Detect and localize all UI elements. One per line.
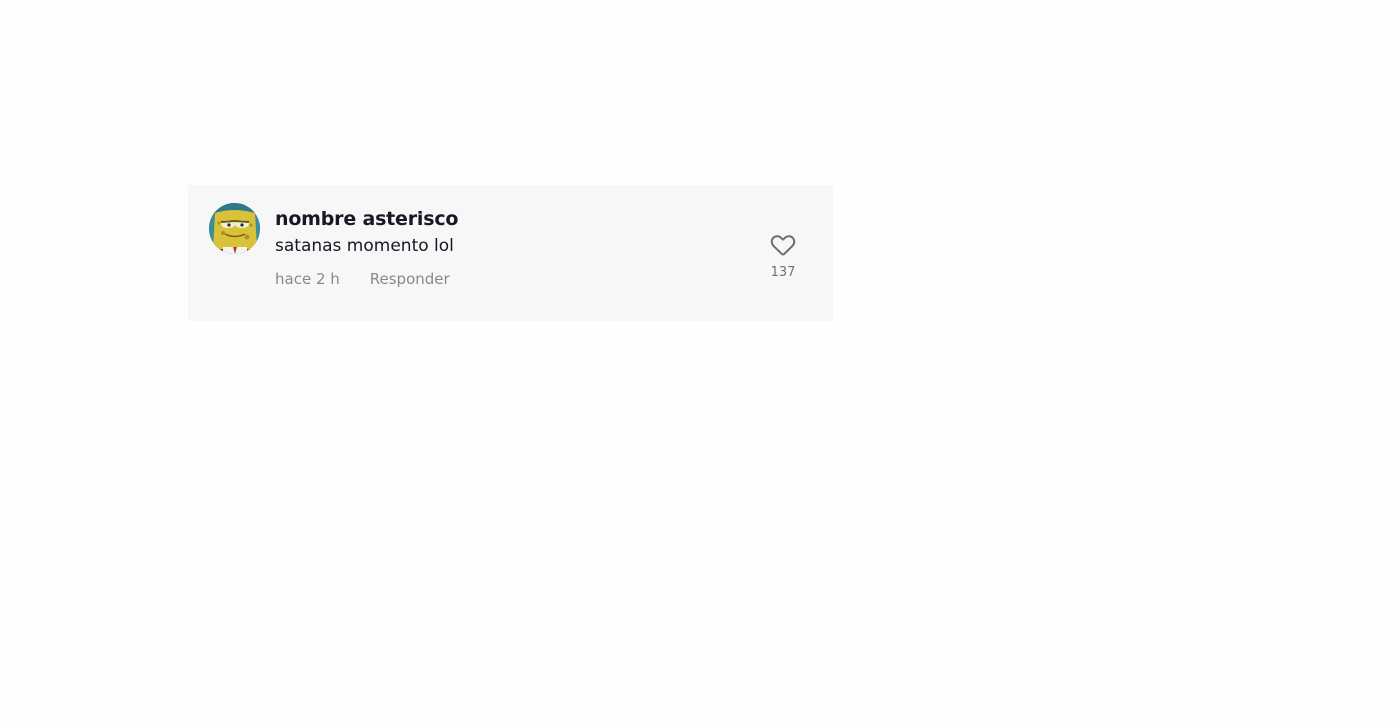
avatar-image <box>209 203 260 254</box>
like-count: 137 <box>770 265 796 280</box>
comment-timestamp: hace 2 h <box>275 270 340 288</box>
reply-button[interactable]: Responder <box>370 269 450 289</box>
avatar[interactable] <box>209 203 260 254</box>
like-container: 137 <box>768 233 798 281</box>
comment-text: satanas momento lol <box>275 236 454 256</box>
comment-item: nombre asterisco satanas momento lol hac… <box>188 185 833 321</box>
comment-username[interactable]: nombre asterisco <box>275 207 458 231</box>
comment-meta: hace 2 h Responder <box>275 269 458 289</box>
comment-content: nombre asterisco satanas momento lol hac… <box>275 207 458 289</box>
heart-icon[interactable] <box>770 233 796 257</box>
